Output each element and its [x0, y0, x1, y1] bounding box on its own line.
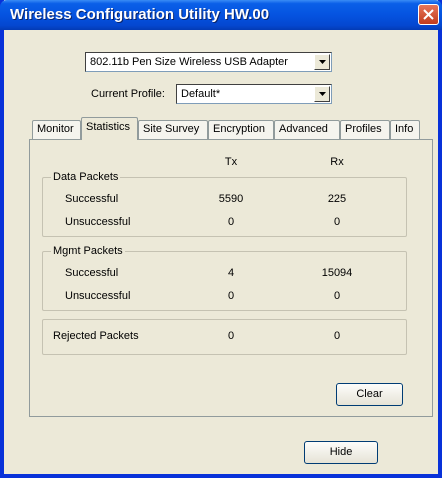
tab-label: Statistics: [86, 121, 131, 133]
rejected-rx: 0: [333, 330, 341, 342]
profile-select[interactable]: Default*: [176, 84, 332, 104]
statistics-panel: Tx Rx Data Packets Successful 5590 225 U…: [29, 139, 433, 417]
mgmt-successful-tx: 4: [227, 267, 235, 279]
tab-encryption[interactable]: Encryption: [208, 120, 274, 139]
window-title: Wireless Configuration Utility HW.00: [10, 6, 270, 23]
tab-label: Profiles: [345, 123, 382, 135]
rx-column-header: Rx: [330, 156, 344, 168]
adapter-dropdown-button[interactable]: [314, 54, 330, 70]
adapter-select-value: 802.11b Pen Size Wireless USB Adapter: [90, 56, 288, 68]
close-button[interactable]: [418, 4, 439, 25]
data-unsuccessful-tx: 0: [227, 216, 235, 228]
tab-info[interactable]: Info: [390, 120, 420, 139]
mgmt-packets-title: Mgmt Packets: [51, 245, 125, 257]
rejected-packets-label: Rejected Packets: [53, 330, 139, 342]
chevron-down-icon: [319, 60, 326, 64]
chevron-down-icon: [319, 92, 326, 96]
rejected-packets-group: Rejected Packets 0 0: [42, 319, 407, 355]
data-packets-title: Data Packets: [51, 171, 121, 183]
mgmt-successful-label: Successful: [65, 267, 119, 279]
tab-label: Monitor: [37, 123, 74, 135]
tab-label: Advanced: [279, 123, 328, 135]
rejected-tx: 0: [227, 330, 235, 342]
profile-dropdown-button[interactable]: [314, 86, 330, 102]
tab-label: Site Survey: [143, 123, 200, 135]
data-successful-label: Successful: [65, 193, 119, 205]
main-window: Wireless Configuration Utility HW.00 802…: [0, 0, 442, 478]
mgmt-unsuccessful-label: Unsuccessful: [65, 290, 131, 302]
data-unsuccessful-rx: 0: [333, 216, 341, 228]
profile-select-value: Default*: [181, 88, 221, 100]
tab-advanced[interactable]: Advanced: [274, 120, 340, 139]
mgmt-successful-rx: 15094: [321, 267, 353, 279]
adapter-select[interactable]: 802.11b Pen Size Wireless USB Adapter: [85, 52, 332, 72]
tab-site-survey[interactable]: Site Survey: [138, 120, 208, 139]
mgmt-unsuccessful-rx: 0: [333, 290, 341, 302]
tab-statistics[interactable]: Statistics: [81, 117, 138, 140]
data-successful-rx: 225: [327, 193, 347, 205]
current-profile-label: Current Profile:: [91, 88, 165, 100]
tab-label: Info: [395, 123, 414, 135]
hide-button[interactable]: Hide: [304, 441, 378, 464]
data-successful-tx: 5590: [218, 193, 244, 205]
data-unsuccessful-label: Unsuccessful: [65, 216, 131, 228]
title-bar[interactable]: Wireless Configuration Utility HW.00: [0, 0, 442, 30]
clear-button[interactable]: Clear: [336, 383, 403, 406]
mgmt-packets-group: Mgmt Packets Successful 4 15094 Unsucces…: [42, 245, 407, 311]
close-icon: [423, 9, 434, 20]
mgmt-unsuccessful-tx: 0: [227, 290, 235, 302]
tab-profiles[interactable]: Profiles: [340, 120, 390, 139]
tx-column-header: Tx: [224, 156, 238, 168]
tab-monitor[interactable]: Monitor: [32, 120, 81, 139]
data-packets-group: Data Packets Successful 5590 225 Unsucce…: [42, 171, 407, 237]
tab-label: Encryption: [213, 123, 265, 135]
